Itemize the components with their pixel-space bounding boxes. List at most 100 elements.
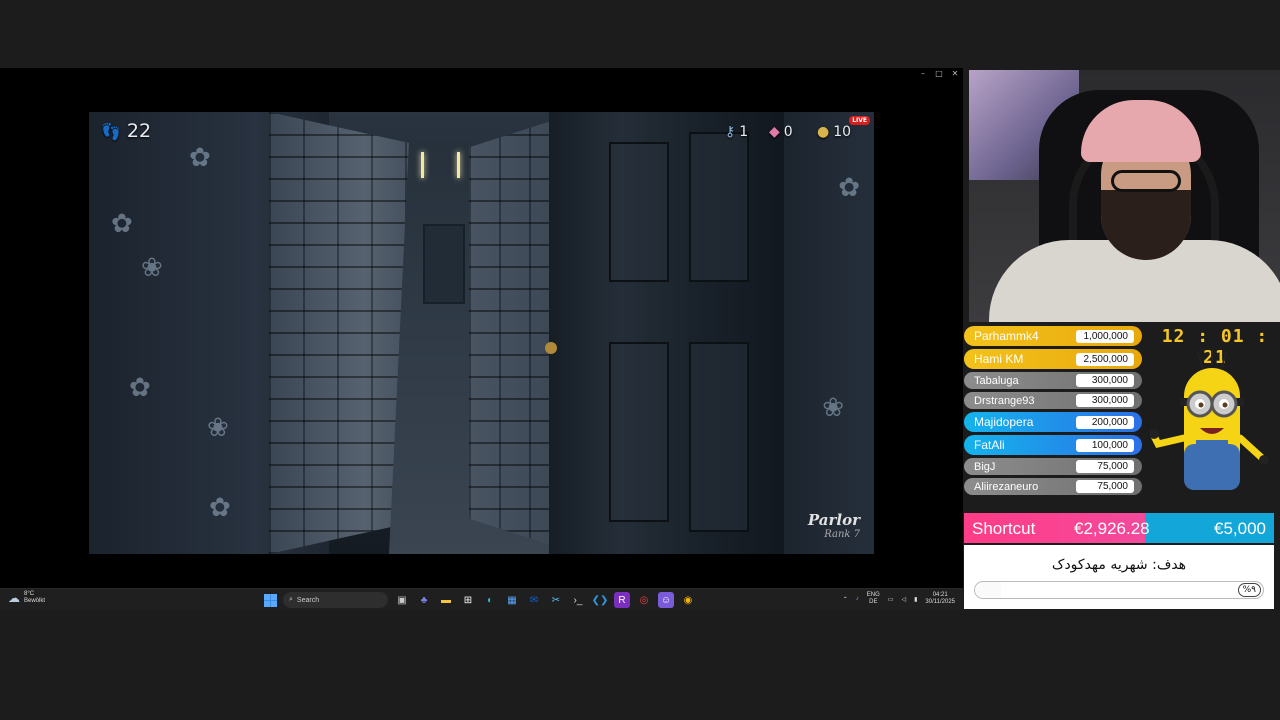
donor-row: Hami KM 2,500,000 <box>964 349 1142 369</box>
chevron-up-icon[interactable]: ⌃ <box>843 596 848 603</box>
goal-current-amount: €2,926.28 <box>1074 519 1150 538</box>
store-icon[interactable]: ⊞ <box>460 592 476 608</box>
door-panel <box>609 342 669 522</box>
donor-amount: 2,500,000 <box>1076 352 1134 366</box>
chrome-icon[interactable]: ◉ <box>680 592 696 608</box>
ceiling-light <box>457 152 460 178</box>
fundraiser-title: هدف: شهریه مهدکودک <box>1051 557 1187 573</box>
taskbar: ☁ 8°C Bewölkt ⌕ Search ▣ ♣ ▬ ⊞ ◐ ▦ ✉ ✂ ›… <box>0 588 963 610</box>
donor-row: Parhammk4 1,000,000 <box>964 326 1142 346</box>
discord-icon[interactable]: ☺ <box>658 592 674 608</box>
donor-name: Aliirezaneuro <box>974 480 1039 493</box>
donor-name: BigJ <box>974 460 996 473</box>
steps-value: 22 <box>126 120 152 142</box>
donor-amount: 1,000,000 <box>1076 329 1134 343</box>
weather-temp: 8°C <box>24 591 35 597</box>
donor-leaderboard: Parhammk4 1,000,000 Hami KM 2,500,000 Tabalu… <box>964 326 1142 498</box>
window-controls: – □ ✕ <box>919 69 959 78</box>
teams-icon[interactable]: ♣ <box>416 592 432 608</box>
flower-decoration: ✿ <box>189 142 211 172</box>
search-icon: ⌕ <box>289 596 293 603</box>
room-rank: Rank 7 <box>824 529 860 540</box>
wallpaper-wall-right <box>784 112 874 554</box>
donor-name: Majidopera <box>974 415 1034 429</box>
donor-name: FatAli <box>974 438 1005 452</box>
close-button[interactable]: ✕ <box>951 69 959 78</box>
flower-decoration: ❀ <box>141 252 163 282</box>
far-door <box>423 224 465 304</box>
donor-name: Drstrange93 <box>974 394 1035 407</box>
flower-decoration: ✿ <box>129 372 151 402</box>
ceiling-light <box>421 152 424 178</box>
language-indicator[interactable]: ENG DE <box>867 592 880 606</box>
donor-row: FatAli 100,000 <box>964 435 1142 455</box>
donor-row: Drstrange93 300,000 <box>964 392 1142 409</box>
live-badge: LIVE <box>849 116 870 125</box>
gems-value: 0 <box>783 124 793 140</box>
rider-icon[interactable]: R <box>614 592 630 608</box>
keys-value: 1 <box>739 124 749 140</box>
file-explorer-icon[interactable]: ▬ <box>438 592 454 608</box>
goal-label: Shortcut <box>972 519 1036 538</box>
weather-desc: Bewölkt <box>24 598 46 604</box>
volume-icon[interactable]: ◁ <box>901 596 906 603</box>
goal-progress-bar: Shortcut €2,926.28 €5,000 <box>964 513 1274 543</box>
donor-amount: 100,000 <box>1076 438 1134 452</box>
room-label: Parlor Rank 7 <box>808 511 860 540</box>
vscode-icon[interactable]: ❮❯ <box>592 592 609 608</box>
keys-counter: ⚷ 1 <box>725 124 748 140</box>
language-top: ENG <box>866 592 880 598</box>
fundraiser-progress-track: %٩ <box>974 581 1264 599</box>
app-icon[interactable]: ▦ <box>504 592 520 608</box>
donor-amount: 300,000 <box>1076 374 1134 387</box>
donor-amount: 200,000 <box>1076 415 1134 429</box>
taskbar-search[interactable]: ⌕ Search <box>283 592 388 608</box>
donor-name: Hami KM <box>974 352 1024 366</box>
coins-counter: ● 10 <box>817 124 851 140</box>
fundraiser-percent: %٩ <box>1237 583 1261 597</box>
snipping-tool-icon[interactable]: ✂ <box>548 592 564 608</box>
outlook-icon[interactable]: ✉ <box>526 592 542 608</box>
gem-icon: ◆ <box>769 124 780 140</box>
door-knob <box>545 342 557 354</box>
clock-date: 30/11/2025 <box>925 599 955 605</box>
taskbar-apps: ⌕ Search ▣ ♣ ▬ ⊞ ◐ ▦ ✉ ✂ ›_ ❮❯ R ◎ ☺ ◉ <box>264 592 696 608</box>
donor-name: Parhammk4 <box>974 329 1039 343</box>
microphone-icon[interactable]: ♪ <box>856 596 859 602</box>
donor-row: Tabaluga 300,000 <box>964 372 1142 389</box>
screen: – □ ✕ ✿ ❀ ✿ ❀ ✿ ✿ ✿ ❀ 👣 22 ⚷ 1 ◆ 0 ● 10 … <box>0 0 1280 720</box>
clock-time: 04:21 <box>932 592 948 598</box>
game-viewport[interactable]: ✿ ❀ ✿ ❀ ✿ ✿ ✿ ❀ 👣 22 ⚷ 1 ◆ 0 ● 10 LIVE P… <box>89 112 874 554</box>
maximize-button[interactable]: □ <box>935 69 943 78</box>
goal-target-amount: €5,000 <box>1214 519 1266 538</box>
donor-row: BigJ 75,000 <box>964 458 1142 475</box>
donor-row: Aliirezaneuro 75,000 <box>964 478 1142 495</box>
battery-icon[interactable]: ▮ <box>914 596 917 603</box>
open-door <box>549 112 789 554</box>
minimize-button[interactable]: – <box>919 69 927 78</box>
terminal-icon[interactable]: ›_ <box>570 592 586 608</box>
flower-decoration: ✿ <box>838 172 860 202</box>
flower-decoration: ❀ <box>207 412 229 442</box>
gems-counter: ◆ 0 <box>769 124 793 140</box>
edge-icon[interactable]: ◐ <box>482 592 498 608</box>
flower-decoration: ✿ <box>209 492 231 522</box>
clock[interactable]: 04:21 30/11/2025 <box>925 592 955 606</box>
donor-amount: 75,000 <box>1076 460 1134 473</box>
key-icon: ⚷ <box>725 124 736 140</box>
coin-icon: ● <box>817 124 830 140</box>
task-view-icon[interactable]: ▣ <box>394 592 410 608</box>
glasses <box>1111 170 1181 192</box>
davinci-icon[interactable]: ◎ <box>636 592 652 608</box>
room-name: Parlor <box>807 511 860 529</box>
minion-mascot <box>1150 350 1269 490</box>
fundraiser-progress-fill <box>975 582 1001 598</box>
donor-row: Majidopera 200,000 <box>964 412 1142 432</box>
flower-decoration: ❀ <box>822 392 844 422</box>
donor-amount: 75,000 <box>1076 480 1134 493</box>
network-icon[interactable]: ▭ <box>888 596 894 603</box>
windows-start-icon[interactable] <box>264 593 277 607</box>
weather-widget[interactable]: ☁ 8°C Bewölkt <box>8 591 45 605</box>
webcam-feed <box>969 70 1280 322</box>
search-placeholder: Search <box>296 596 320 604</box>
